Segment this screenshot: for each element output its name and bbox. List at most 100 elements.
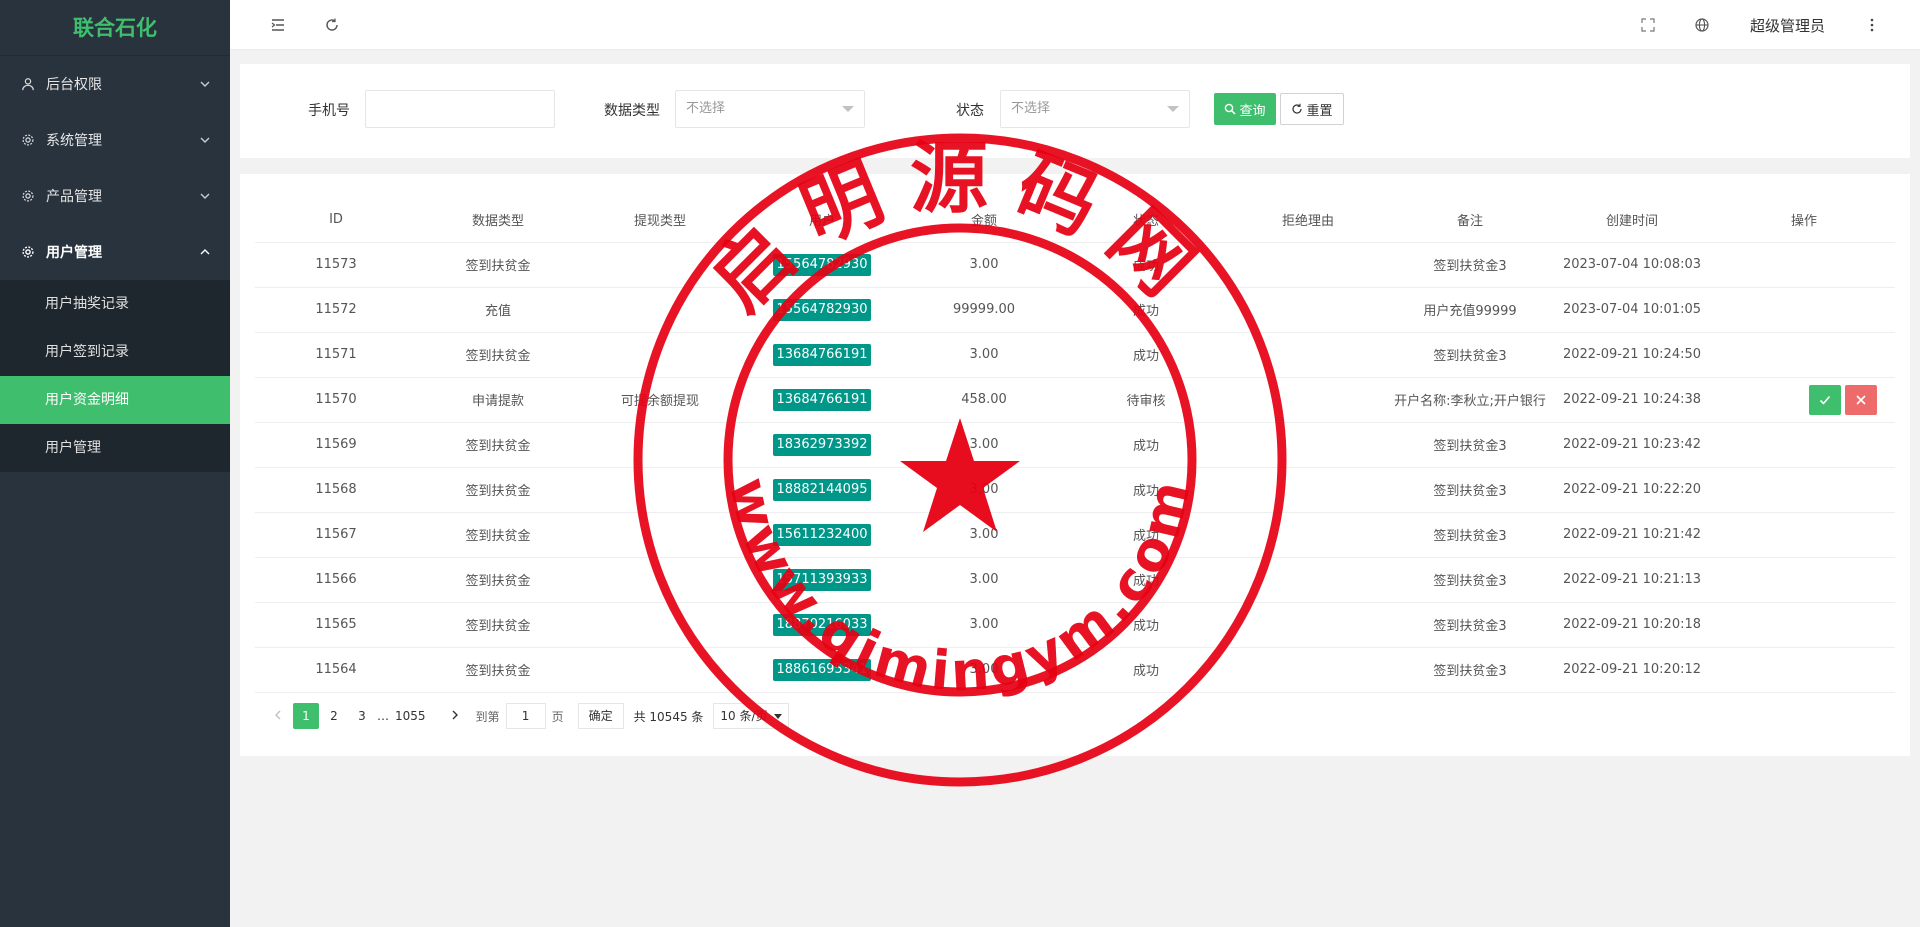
cell-status: 成功: [1065, 287, 1227, 333]
page-1[interactable]: 1: [293, 703, 319, 729]
page-unit: 页: [551, 709, 564, 724]
cell-created-time: 2022-09-21 10:21:42: [1551, 512, 1713, 558]
cell-created-time: 2022-09-21 10:23:42: [1551, 422, 1713, 468]
col-created-time: 创建时间: [1551, 198, 1713, 243]
cell-actions: [1713, 512, 1895, 558]
table-row: 11565 签到扶贫金 18870216033 3.00 成功 签到扶贫金3 2022-09…: [255, 602, 1895, 648]
cell-withdraw-type: [579, 242, 741, 288]
data-type-label: 数据类型: [604, 103, 660, 119]
cell-reject-reason: [1227, 557, 1389, 603]
cell-status: 成功: [1065, 242, 1227, 288]
cell-data-type: 签到扶贫金: [417, 332, 579, 378]
cell-reject-reason: [1227, 512, 1389, 558]
table-row: 11568 签到扶贫金 18882144095 3.00 成功 签到扶贫金3 2022-09…: [255, 467, 1895, 513]
cell-withdraw-type: [579, 467, 741, 513]
cell-status: 成功: [1065, 557, 1227, 603]
cell-data-type: 签到扶贫金: [417, 647, 579, 693]
cell-remark: 签到扶贫金3: [1389, 557, 1551, 603]
col-id: ID: [255, 198, 417, 243]
total-count: 共 10545 条: [633, 709, 704, 724]
cell-withdraw-type: [579, 602, 741, 648]
sidebar-subitem-funds[interactable]: 用户资金明细: [0, 376, 230, 424]
cell-withdraw-type: [579, 557, 741, 603]
page-2[interactable]: 2: [321, 703, 347, 729]
cell-reject-reason: [1227, 287, 1389, 333]
cell-id: 11568: [255, 467, 417, 513]
reject-button[interactable]: [1845, 384, 1877, 415]
col-remark: 备注: [1389, 198, 1551, 243]
phone-badge: 15564782930: [772, 298, 872, 321]
reset-button[interactable]: 重置: [1280, 93, 1344, 125]
cell-id: 11573: [255, 242, 417, 288]
more-vertical-icon[interactable]: [1860, 13, 1884, 37]
reset-button-label: 重置: [1306, 103, 1333, 119]
sidebar-item-products[interactable]: 产品管理: [0, 168, 230, 224]
page-ellipsis: …: [377, 709, 389, 723]
refresh-icon: [1292, 103, 1303, 114]
sidebar-subitem-lottery[interactable]: 用户抽奖记录: [0, 280, 230, 328]
caret-down-icon: [842, 106, 854, 112]
approve-button[interactable]: [1809, 384, 1841, 415]
cell-user: 15711393933: [741, 557, 903, 603]
phone-input[interactable]: [365, 90, 555, 128]
gear-icon: [20, 132, 36, 148]
col-user: 用户: [741, 198, 903, 243]
cell-status: 成功: [1065, 512, 1227, 558]
cell-id: 11566: [255, 557, 417, 603]
cell-amount: 3.00: [903, 467, 1065, 513]
gear-icon: [20, 188, 36, 204]
sidebar-subitem-user-manage[interactable]: 用户管理: [0, 424, 230, 472]
cell-remark: 用户充值99999: [1389, 287, 1551, 333]
per-page-select[interactable]: 10 条/页: [713, 703, 789, 729]
cell-withdraw-type: [579, 332, 741, 378]
cell-status: 成功: [1065, 647, 1227, 693]
cell-data-type: 充值: [417, 287, 579, 333]
col-amount: 金额: [903, 198, 1065, 243]
goto-page-input[interactable]: 1: [505, 703, 546, 729]
next-page-icon[interactable]: [442, 703, 468, 729]
col-status: 状态: [1065, 198, 1227, 243]
cell-actions: [1713, 287, 1895, 333]
table-card: ID 数据类型 提现类型 用户 金额 状态 拒绝理由 备注 创建时间 操作 11…: [240, 174, 1910, 756]
sidebar-submenu: 用户抽奖记录 用户签到记录 用户资金明细 用户管理: [0, 280, 230, 472]
cell-actions: [1713, 557, 1895, 603]
cell-user: 15564782930: [741, 287, 903, 333]
data-type-select[interactable]: 不选择: [675, 90, 865, 128]
cell-status: 成功: [1065, 602, 1227, 648]
globe-icon[interactable]: [1690, 13, 1714, 37]
goto-confirm-button[interactable]: 确定: [577, 703, 624, 729]
status-select[interactable]: 不选择: [1000, 90, 1190, 128]
cell-reject-reason: [1227, 422, 1389, 468]
check-icon: [1819, 395, 1831, 405]
page-3[interactable]: 3: [349, 703, 375, 729]
sidebar-item-label: 系统管理: [46, 133, 102, 149]
admin-user-menu[interactable]: 超级管理员: [1750, 15, 1825, 36]
cell-created-time: 2022-09-21 10:22:20: [1551, 467, 1713, 513]
cell-actions: [1713, 332, 1895, 378]
prev-page-icon[interactable]: [265, 703, 291, 729]
fullscreen-icon[interactable]: [1636, 13, 1660, 37]
cell-remark: 签到扶贫金3: [1389, 647, 1551, 693]
cell-id: 11570: [255, 377, 417, 423]
cell-remark: 签到扶贫金3: [1389, 242, 1551, 288]
cell-created-time: 2022-09-21 10:20:12: [1551, 647, 1713, 693]
cell-amount: 3.00: [903, 557, 1065, 603]
menu-toggle-icon[interactable]: [266, 13, 290, 37]
cell-withdraw-type: [579, 422, 741, 468]
cell-reject-reason: [1227, 332, 1389, 378]
cell-id: 11567: [255, 512, 417, 558]
sidebar-item-users[interactable]: 用户管理: [0, 224, 230, 280]
cell-user: 15611232400: [741, 512, 903, 558]
per-page-value: 10 条/页: [720, 709, 768, 723]
sidebar-item-system[interactable]: 系统管理: [0, 112, 230, 168]
refresh-icon[interactable]: [320, 13, 344, 37]
cell-amount: 3.00: [903, 647, 1065, 693]
query-button[interactable]: 查询: [1214, 93, 1276, 125]
sidebar-item-permissions[interactable]: 后台权限: [0, 56, 230, 112]
app-logo: 联合石化: [0, 0, 230, 56]
cell-created-time: 2023-07-04 10:08:03: [1551, 242, 1713, 288]
page-last[interactable]: 1055: [391, 703, 430, 729]
cell-user: 18882144095: [741, 467, 903, 513]
cell-amount: 3.00: [903, 422, 1065, 468]
sidebar-subitem-signin[interactable]: 用户签到记录: [0, 328, 230, 376]
